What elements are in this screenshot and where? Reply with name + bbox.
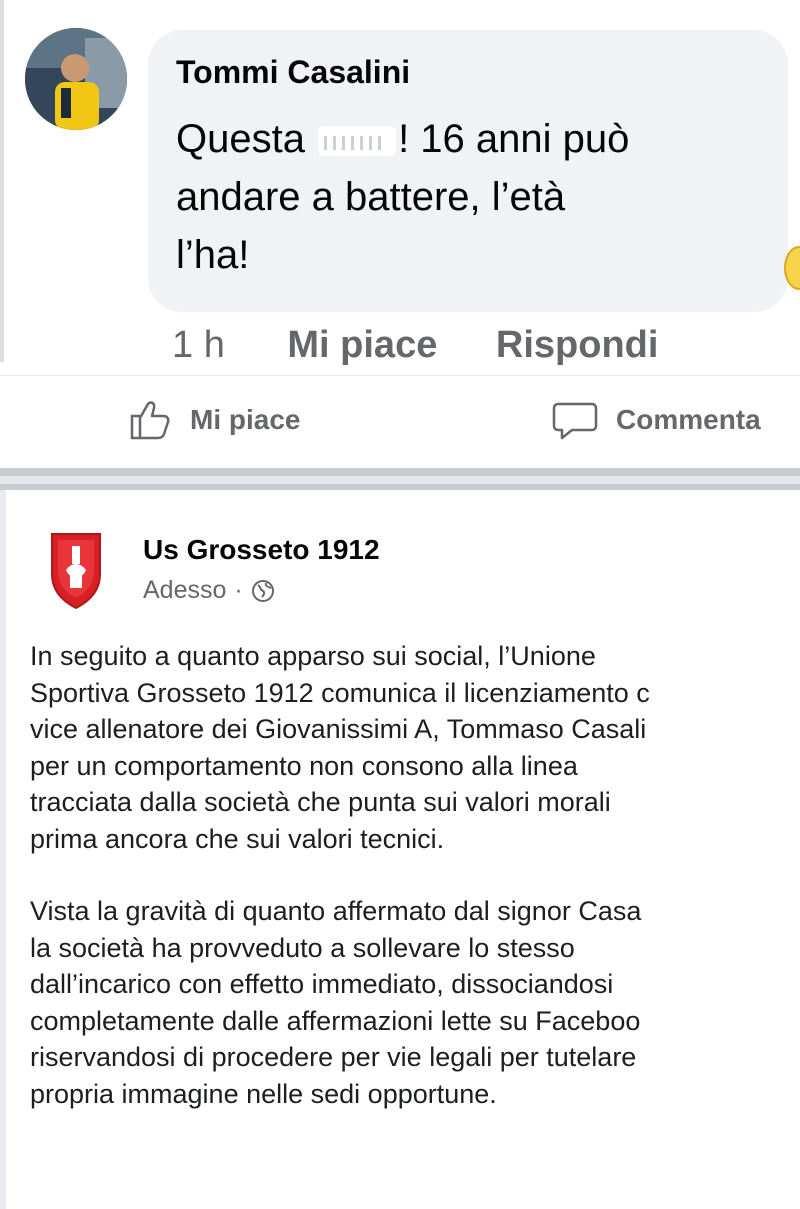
comment-button-label: Commenta <box>616 404 761 435</box>
thread-line <box>0 0 4 362</box>
comment-text-line3: l’ha! <box>176 233 250 277</box>
comment-text: Questa ! 16 anni può andare a battere, l… <box>176 110 776 284</box>
post-line: propria immagine nelle sedi opportune. <box>30 1078 497 1109</box>
post-line: riservandosi di procedere per vie legali… <box>30 1042 637 1072</box>
post-action-bar: Mi piace Commenta <box>0 375 800 466</box>
post-line: Sportiva Grosseto 1912 comunica il licen… <box>30 677 650 708</box>
comment-reply-link[interactable]: Rispondi <box>496 324 659 367</box>
post-paragraph-1: In seguito a quanto apparso sui social, … <box>30 638 800 857</box>
post-line: per un comportamento non consono alla li… <box>30 750 578 781</box>
comment-like-link[interactable]: Mi piace <box>287 324 437 367</box>
post-line: In seguito a quanto apparso sui social, … <box>30 641 596 671</box>
section-divider <box>0 468 800 490</box>
comment-meta: 1 h Mi piace Rispondi <box>172 324 706 367</box>
comment-author[interactable]: Tommi Casalini <box>176 54 410 91</box>
post-line: prima ancora che sui valori tecnici. <box>30 823 445 854</box>
post-author[interactable]: Us Grosseto 1912 <box>143 534 380 566</box>
post-meta: Adesso · <box>143 576 275 605</box>
like-button[interactable]: Mi piace <box>128 398 300 442</box>
post-timestamp[interactable]: Adesso <box>143 576 226 605</box>
post-line: Vista la gravità di quanto affermato dal… <box>30 896 642 926</box>
post-line: dall’incarico con effetto immediato, dis… <box>30 969 614 999</box>
globe-icon <box>251 579 274 602</box>
meta-separator: · <box>234 576 243 604</box>
censored-word <box>318 126 397 157</box>
post-line: completamente dalle affermazioni lette s… <box>30 1005 641 1036</box>
post-body: In seguito a quanto apparso sui social, … <box>30 638 800 1112</box>
like-button-label: Mi piace <box>190 404 301 435</box>
post-line: vice allenatore dei Giovanissimi A, Tomm… <box>30 714 647 744</box>
commenter-avatar[interactable] <box>25 28 127 130</box>
post-edge <box>0 490 6 1209</box>
post-line: tracciata dalla società che punta sui va… <box>30 787 611 817</box>
post-line: la società ha provveduto a sollevare lo … <box>30 932 575 963</box>
comment-button[interactable]: Commenta <box>552 398 761 442</box>
club-crest-logo[interactable] <box>48 530 104 610</box>
like-thumb-icon <box>130 401 170 440</box>
club-post: Us Grosseto 1912 Adesso · In seguito a q… <box>0 490 800 1209</box>
comment-bubble-icon <box>552 402 598 440</box>
comment-text-part1: Questa <box>176 117 317 161</box>
comment-time: 1 h <box>172 324 225 366</box>
post-paragraph-2: Vista la gravità di quanto affermato dal… <box>30 893 800 1112</box>
comment-text-line2: andare a battere, l’età <box>176 175 566 219</box>
comment-section: Tommi Casalini Questa ! 16 anni può anda… <box>0 0 800 375</box>
comment-text-part2: ! 16 anni può <box>398 117 630 161</box>
